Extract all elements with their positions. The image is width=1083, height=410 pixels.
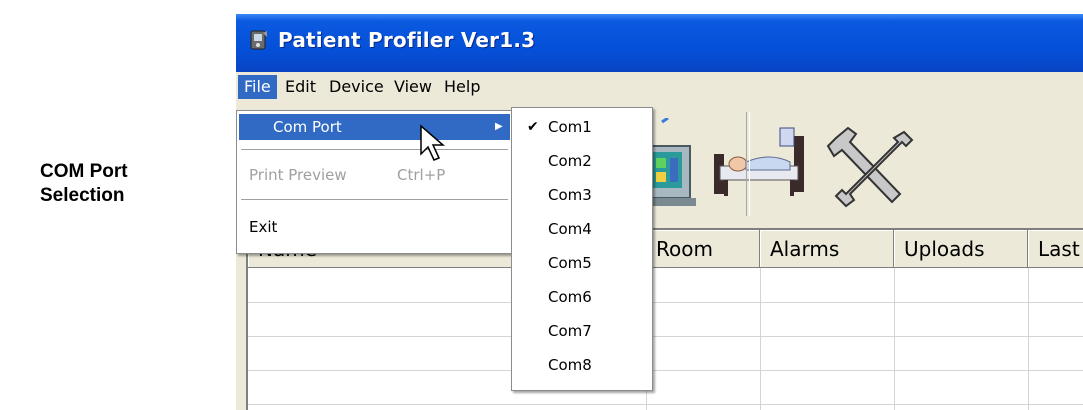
menu-item-label: Com4 [548,220,592,238]
menu-item-label: Print Preview [249,166,347,184]
menu-view[interactable]: View [388,75,438,99]
grid-col-line [894,268,895,410]
menu-item-label: Com1 [548,118,592,136]
checkmark-icon: ✔ [527,119,539,135]
menu-item-com1[interactable]: ✔ Com1 [512,111,652,143]
grid-col-line [1028,268,1029,410]
menu-item-label: Com5 [548,254,592,272]
menu-item-label: Com Port [273,118,342,136]
menu-item-label: Com7 [548,322,592,340]
menu-help[interactable]: Help [438,75,486,99]
title-bar[interactable]: Patient Profiler Ver1.3 [236,14,1083,72]
submenu-arrow-icon: ▶ [495,121,503,132]
menu-edit[interactable]: Edit [279,75,322,99]
menu-item-com2[interactable]: Com2 [512,145,652,177]
menu-file[interactable]: File [238,75,277,99]
menu-item-com7[interactable]: Com7 [512,315,652,347]
tools-icon[interactable] [826,124,916,208]
app-icon [250,30,267,50]
column-header-alarms[interactable]: Alarms [760,230,894,268]
menu-bar: File Edit Device View Help [236,72,1083,102]
column-header-room[interactable]: Room [646,230,760,268]
toolbar-separator [746,112,750,216]
menu-item-com6[interactable]: Com6 [512,281,652,313]
grid-row-line [248,302,1083,303]
grid-col-line [760,268,761,410]
menu-item-label: Com6 [548,288,592,306]
menu-separator [241,199,508,201]
column-header-last[interactable]: Last [1028,230,1083,268]
menu-device[interactable]: Device [323,75,390,99]
patient-grid: Name Room Alarms Uploads Last [246,228,1083,410]
menu-item-label: Com3 [548,186,592,204]
figure-caption: COM Port Selection [40,160,200,208]
menu-item-print-preview[interactable]: Print Preview Ctrl+P [239,162,510,188]
column-header-uploads[interactable]: Uploads [894,230,1028,268]
file-menu-dropdown: Com Port ▶ Print Preview Ctrl+P Exit [236,110,513,254]
com-port-submenu: ✔ Com1 Com2 Com3 Com4 Com5 Com6 Com7 Com… [511,107,653,391]
mouse-cursor-icon [420,124,446,161]
patient-bed-icon[interactable] [710,124,810,204]
caption-line-2: Selection [40,185,125,206]
grid-row-line [248,404,1083,405]
menu-item-label: Com2 [548,152,592,170]
menu-item-com8[interactable]: Com8 [512,349,652,381]
grid-row-line [248,336,1083,337]
menu-item-com3[interactable]: Com3 [512,179,652,211]
menu-separator [241,149,508,151]
grid-row-line [248,370,1083,371]
menu-item-label: Com8 [548,356,592,374]
menu-item-label: Exit [249,218,278,236]
menu-item-com4[interactable]: Com4 [512,213,652,245]
caption-line-1: COM Port [40,161,128,182]
menu-item-com5[interactable]: Com5 [512,247,652,279]
menu-item-com-port[interactable]: Com Port ▶ [239,114,510,140]
menu-item-exit[interactable]: Exit [239,214,510,240]
window-title: Patient Profiler Ver1.3 [278,28,536,52]
